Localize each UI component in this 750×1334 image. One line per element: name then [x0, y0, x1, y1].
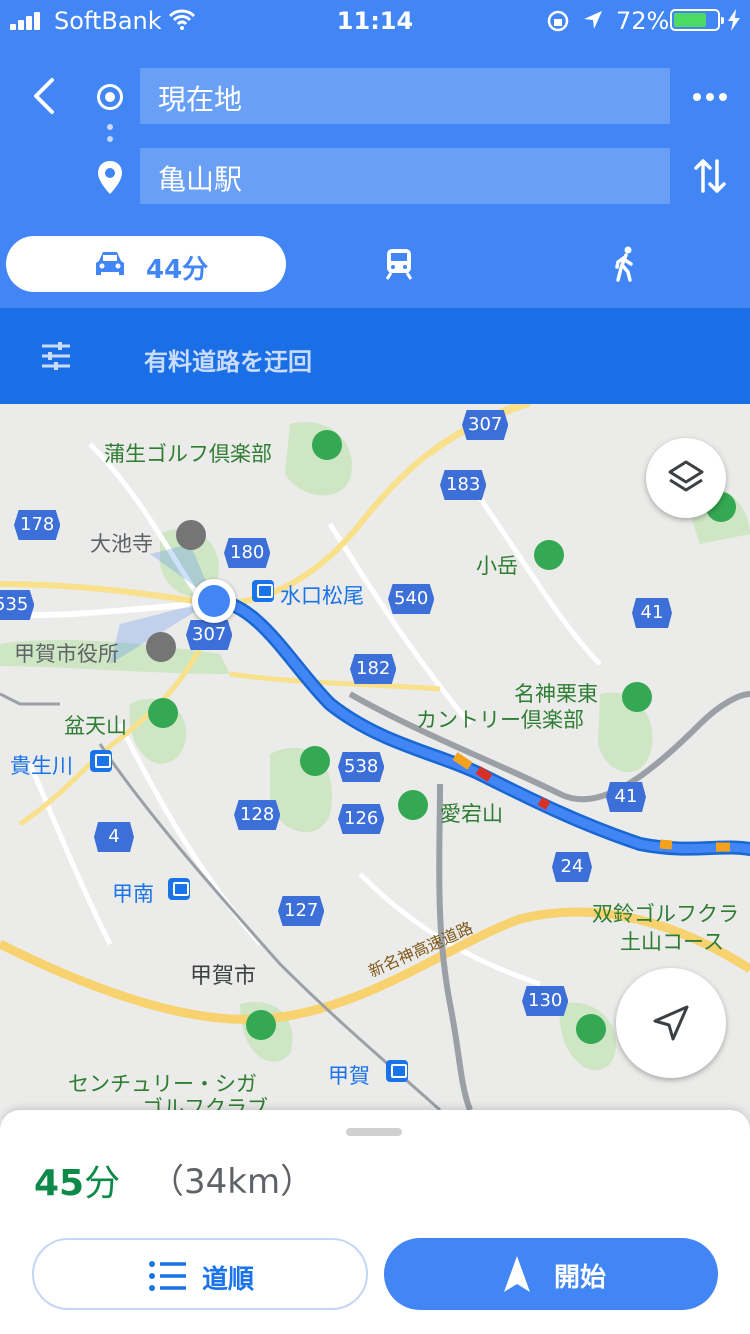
car-icon	[96, 252, 124, 275]
government-icon[interactable]	[146, 632, 176, 662]
tab-driving[interactable]: 44分	[6, 236, 286, 292]
station-icon[interactable]	[386, 1060, 408, 1082]
station-icon[interactable]	[90, 750, 112, 772]
recenter-button[interactable]	[616, 968, 726, 1078]
map-label: 土山コース	[620, 930, 724, 954]
route-shield: 540	[388, 584, 435, 614]
route-options-icon[interactable]	[40, 342, 72, 370]
map-label: 甲賀市役所	[14, 642, 119, 666]
mountain-icon[interactable]	[534, 540, 564, 570]
charging-icon	[728, 9, 740, 31]
route-shield: 538	[338, 752, 385, 782]
route-shield: 307	[186, 620, 233, 650]
map-label: 小岳	[476, 554, 518, 578]
route-summary-sheet[interactable]: 45分 （34km） 道順 開始	[0, 1110, 750, 1334]
route-dots	[107, 124, 113, 148]
map-label: 甲南	[112, 882, 154, 906]
golf-icon[interactable]	[246, 1010, 276, 1040]
status-bar: SoftBank 11:14 72%	[0, 0, 750, 40]
location-arrow-icon	[584, 11, 602, 29]
route-shield: 4	[94, 822, 134, 852]
route-shield: 126	[338, 804, 385, 834]
steps-label: 道順	[202, 1265, 255, 1295]
origin-marker-icon	[97, 84, 123, 110]
travel-mode-tabs: 44分	[0, 236, 750, 292]
map-label: 貴生川	[10, 754, 73, 778]
golf-icon[interactable]	[622, 682, 652, 712]
directions-header: SoftBank 11:14 72% 現在地 亀山駅 44分	[0, 0, 750, 308]
route-shield: 180	[224, 538, 271, 568]
route-shield: 24	[552, 852, 592, 882]
layers-button[interactable]	[646, 438, 726, 518]
duration-number: 45	[34, 1163, 85, 1204]
current-location-dot	[192, 579, 236, 623]
map-label: ゴルフクラブ	[142, 1096, 268, 1110]
map-label: 甲賀市	[190, 964, 257, 989]
route-shield: 182	[350, 654, 397, 684]
golf-icon[interactable]	[312, 430, 342, 460]
route-shield: 41	[606, 782, 646, 812]
start-label: 開始	[554, 1263, 607, 1293]
route-distance: （34km）	[150, 1162, 315, 1202]
mountain-icon[interactable]	[148, 698, 178, 728]
origin-input[interactable]: 現在地	[140, 68, 670, 124]
route-duration: 45分	[34, 1154, 120, 1206]
map-label: 盆天山	[64, 714, 127, 738]
back-arrow-icon[interactable]	[26, 76, 66, 116]
walking-icon[interactable]	[612, 246, 640, 282]
map-view[interactable]: 307 183 178 180 540 41 307 182 538 41 12…	[0, 404, 750, 1110]
rotation-lock-icon	[547, 10, 569, 32]
list-icon	[149, 1261, 186, 1291]
map-label: 大池寺	[90, 532, 153, 556]
golf-icon[interactable]	[300, 746, 330, 776]
driving-time: 44分	[146, 255, 209, 285]
golf-icon[interactable]	[576, 1014, 606, 1044]
map-label: カントリー倶楽部	[416, 708, 584, 732]
destination-input[interactable]: 亀山駅	[140, 148, 670, 204]
steps-button[interactable]: 道順	[32, 1238, 368, 1310]
sheet-drag-handle[interactable]	[346, 1128, 402, 1136]
destination-pin-icon	[98, 161, 122, 194]
map-label: 水口松尾	[280, 584, 364, 608]
swap-icon[interactable]	[694, 157, 726, 195]
battery-percent: 72%	[616, 7, 670, 35]
layers-icon	[668, 460, 704, 492]
route-shield: 183	[440, 470, 487, 500]
route-shield: 178	[14, 510, 61, 540]
navigation-arrow-icon	[504, 1256, 530, 1292]
navigation-arrow-icon	[653, 1005, 689, 1041]
more-options-icon[interactable]	[692, 92, 728, 102]
temple-pin-icon[interactable]	[176, 520, 206, 550]
avoid-tolls-label[interactable]: 有料道路を迂回	[144, 342, 312, 377]
map-label: 甲賀	[328, 1064, 370, 1088]
route-shield: 128	[234, 800, 281, 830]
map-label: 双鈴ゴルフクラ	[592, 902, 739, 926]
map-label: 蒲生ゴルフ倶楽部	[104, 442, 272, 466]
route-shield: 130	[522, 986, 569, 1016]
route-shield: 41	[632, 598, 672, 628]
station-icon[interactable]	[168, 878, 190, 900]
transit-icon[interactable]	[384, 248, 414, 280]
route-shield: 535	[0, 590, 35, 620]
route-shield: 307	[462, 410, 509, 440]
mountain-icon[interactable]	[398, 790, 428, 820]
route-shield: 127	[278, 896, 325, 926]
route-options-bar: 有料道路を迂回	[0, 308, 750, 404]
duration-unit: 分	[84, 1163, 121, 1204]
start-button[interactable]: 開始	[384, 1238, 718, 1310]
station-icon[interactable]	[252, 580, 274, 602]
map-label: 愛宕山	[440, 802, 503, 826]
battery-icon	[670, 9, 724, 31]
